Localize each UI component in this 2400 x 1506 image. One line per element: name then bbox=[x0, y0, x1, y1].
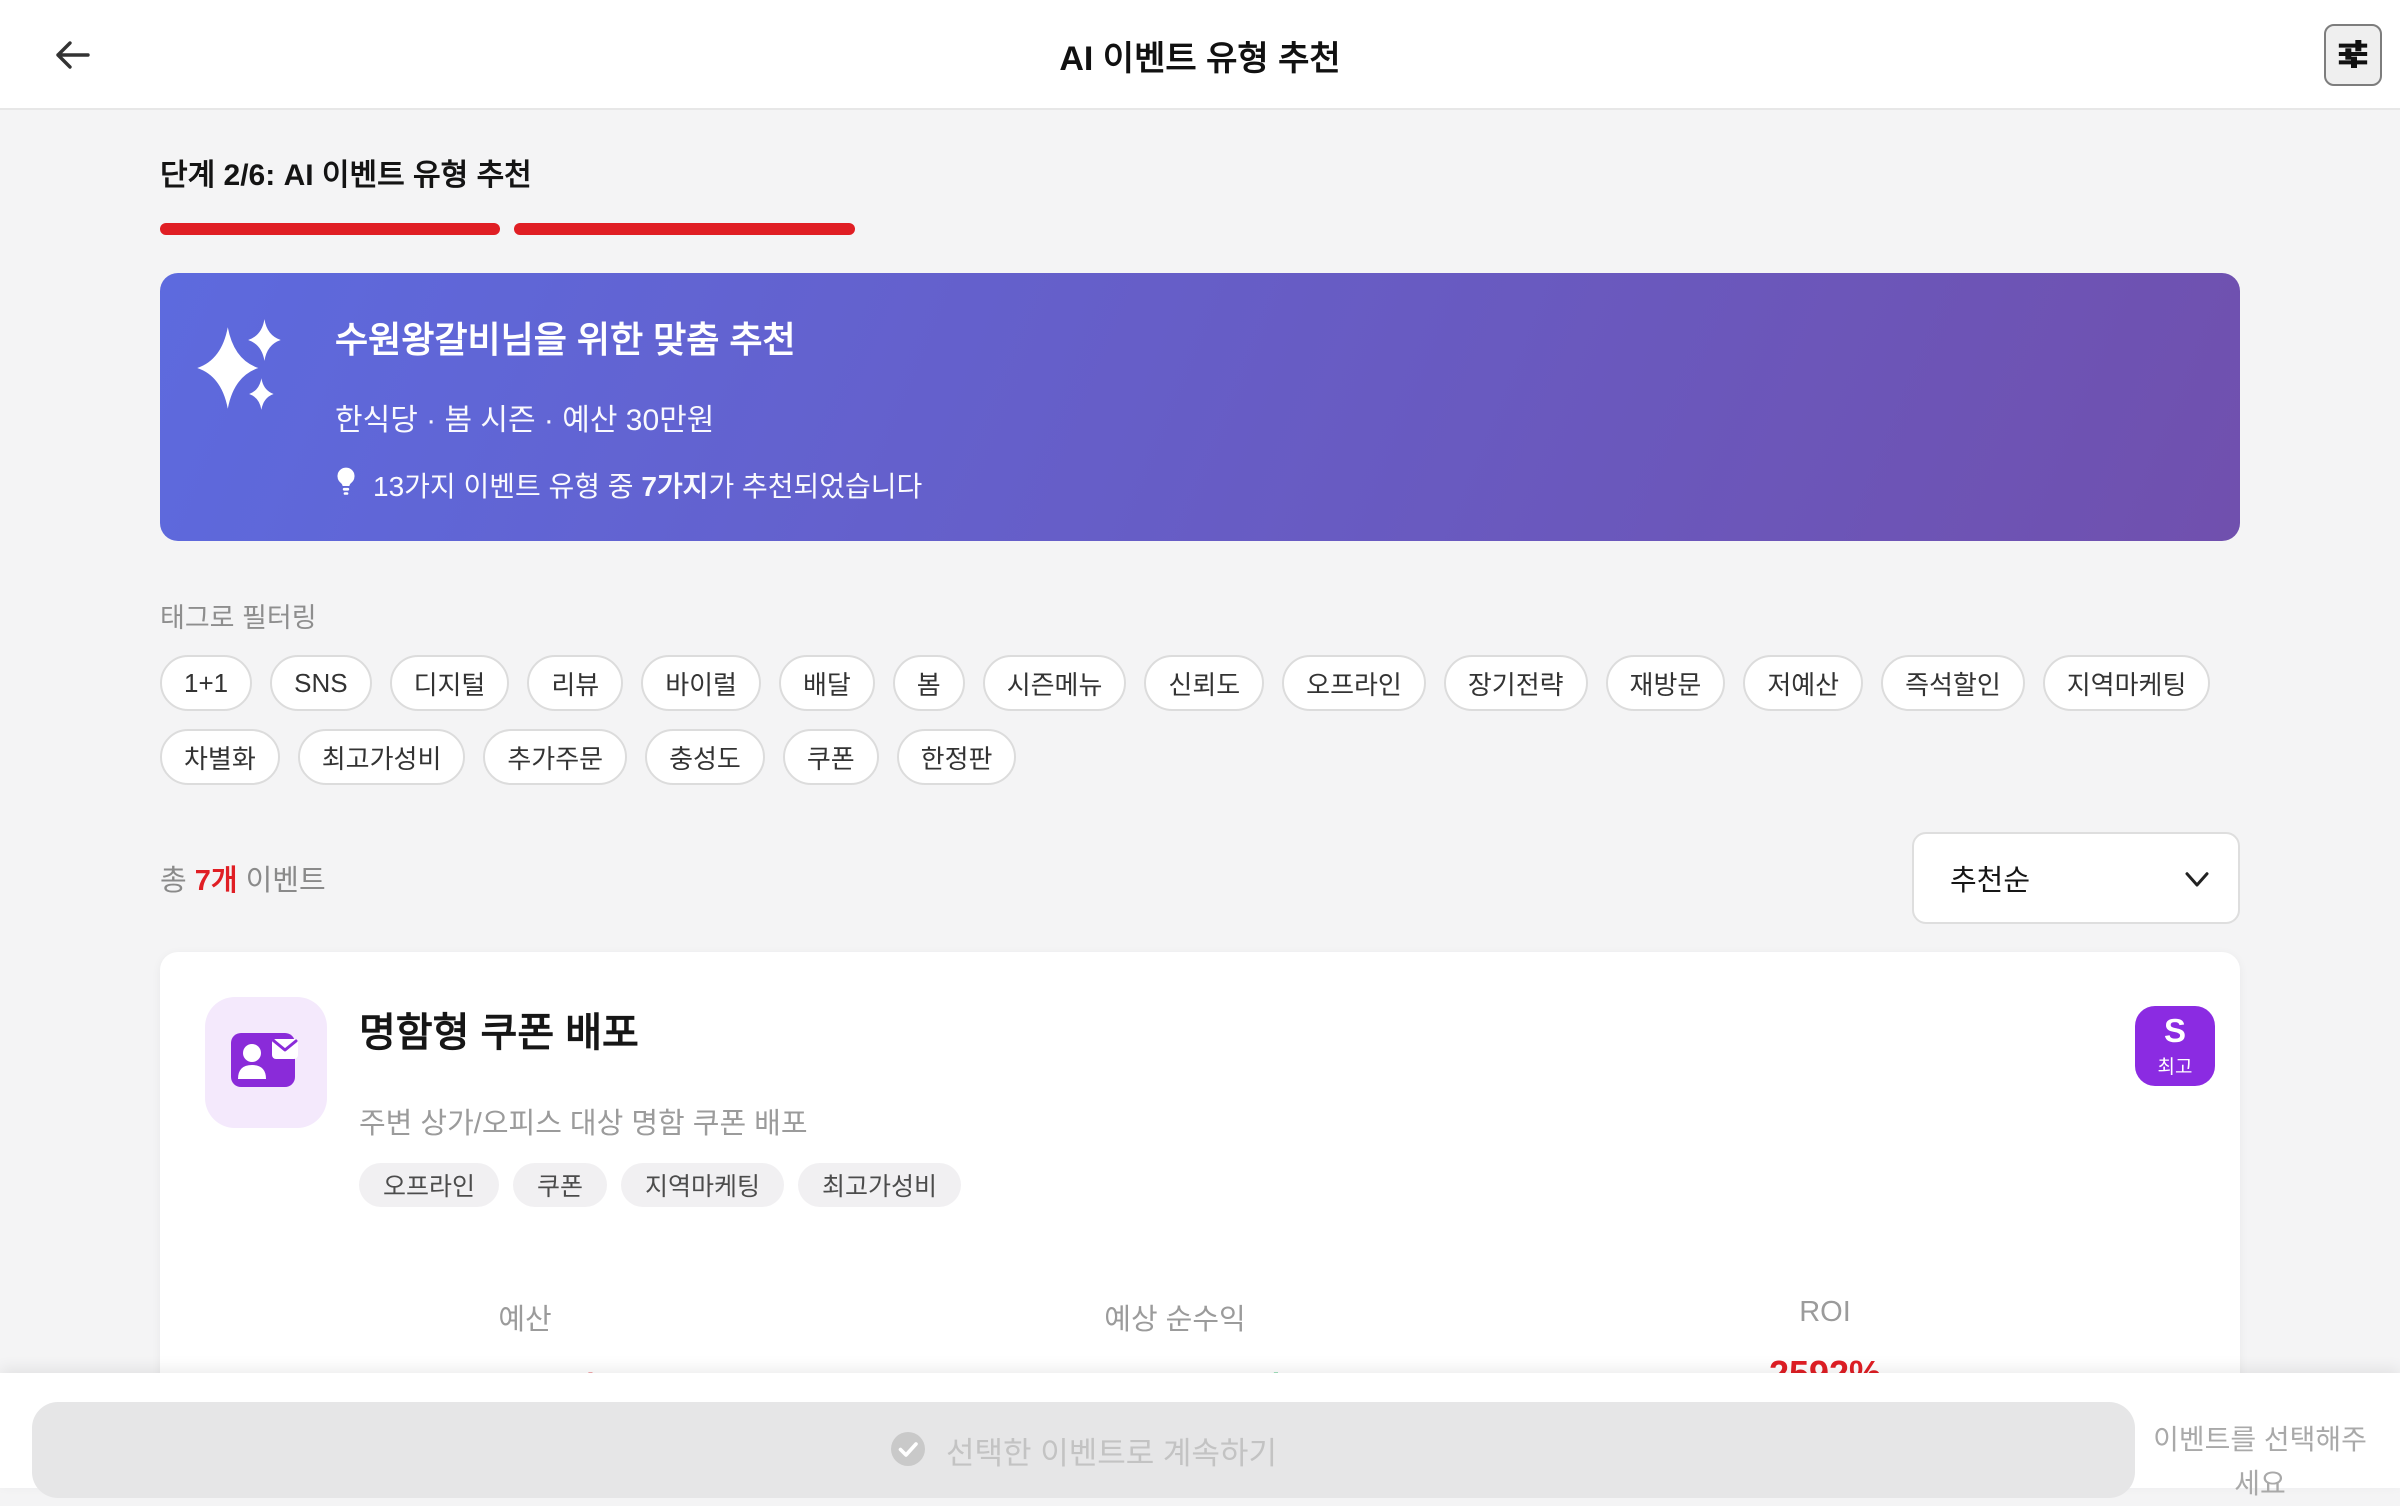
continue-button-label: 선택한 이벤트로 계속하기 bbox=[946, 1435, 1277, 1471]
filter-tag-chip[interactable]: 디지털 bbox=[389, 655, 510, 711]
page-title: AI 이벤트 유형 추천 bbox=[1059, 39, 1341, 78]
event-tag: 지역마케팅 bbox=[621, 1163, 785, 1207]
event-icon-box bbox=[205, 997, 327, 1128]
filter-tag-chip[interactable]: 봄 bbox=[892, 655, 965, 711]
event-description: 주변 상가/오피스 대상 명함 쿠폰 배포 bbox=[359, 1108, 808, 1140]
filter-tag-chip[interactable]: SNS bbox=[270, 655, 372, 711]
event-tag: 오프라인 bbox=[359, 1163, 500, 1207]
filter-tag-chip[interactable]: 1+1 bbox=[160, 655, 253, 711]
filter-tag-chip[interactable]: 한정판 bbox=[896, 729, 1017, 785]
filter-tag-chip[interactable]: 오프라인 bbox=[1282, 655, 1426, 711]
event-tag-list: 오프라인 쿠폰 지역마케팅 최고가성비 bbox=[359, 1163, 962, 1207]
progress-bar-segment bbox=[514, 223, 855, 235]
filter-tag-chip[interactable]: 리뷰 bbox=[527, 655, 624, 711]
filter-section-label: 태그로 필터링 bbox=[160, 603, 317, 633]
filter-tag-chip[interactable]: 재방문 bbox=[1605, 655, 1726, 711]
sort-dropdown-value: 추천순 bbox=[1950, 865, 2031, 897]
filter-tag-chip[interactable]: 추가주문 bbox=[483, 729, 628, 785]
filter-tag-chip[interactable]: 시즌메뉴 bbox=[982, 655, 1127, 711]
event-title: 명함형 쿠폰 배포 bbox=[359, 1011, 639, 1055]
check-circle-icon bbox=[890, 1431, 926, 1470]
event-tag: 쿠폰 bbox=[513, 1163, 608, 1207]
grade-word: 최고 bbox=[2157, 1056, 2193, 1078]
selection-hint: 이벤트를 선택해주 세요 bbox=[2153, 1424, 2367, 1499]
sparkles-icon bbox=[188, 311, 292, 428]
filter-tag-chip[interactable]: 즉석할인 bbox=[1881, 655, 2025, 711]
sort-dropdown[interactable]: 추천순 bbox=[1912, 832, 2240, 924]
progress-bar-segment bbox=[160, 223, 500, 235]
grade-badge: S 최고 bbox=[2135, 1006, 2215, 1086]
contact-card-icon bbox=[230, 1029, 302, 1096]
banner-info: 13가지 이벤트 유형 중 7가지가 추천되었습니다 bbox=[333, 465, 922, 505]
results-count: 총 7개 이벤트 bbox=[160, 865, 326, 897]
results-row: 총 7개 이벤트 추천순 bbox=[160, 832, 2240, 924]
grade-letter: S bbox=[2163, 1011, 2186, 1049]
sliders-icon bbox=[2333, 33, 2373, 78]
banner-info-text: 13가지 이벤트 유형 중 7가지가 추천되었습니다 bbox=[373, 471, 923, 502]
banner-subtitle: 한식당 · 봄 시즌 · 예산 30만원 bbox=[335, 404, 715, 437]
filter-tag-chip[interactable]: 장기전략 bbox=[1443, 655, 1588, 711]
filter-settings-button[interactable] bbox=[2324, 24, 2382, 86]
ai-recommendation-banner: 수원왕갈비님을 위한 맞춤 추천 한식당 · 봄 시즌 · 예산 30만원 13… bbox=[160, 273, 2240, 541]
filter-tag-chip[interactable]: 배달 bbox=[778, 655, 875, 711]
main-content: 단계 2/6: AI 이벤트 유형 추천 수원왕갈비님을 위한 맞춤 추천 한식… bbox=[160, 110, 2240, 1452]
header: AI 이벤트 유형 추천 bbox=[0, 0, 2400, 110]
filter-tag-chip[interactable]: 충성도 bbox=[645, 729, 765, 785]
continue-button[interactable]: 선택한 이벤트로 계속하기 bbox=[32, 1402, 2135, 1498]
results-count-number: 7개 bbox=[194, 865, 238, 897]
bulb-icon bbox=[333, 466, 359, 505]
filter-tag-chip[interactable]: 최고가성비 bbox=[297, 729, 466, 785]
progress-bar bbox=[160, 223, 2240, 235]
filter-tag-chip[interactable]: 차별화 bbox=[160, 729, 280, 785]
bottom-bar: 선택한 이벤트로 계속하기 이벤트를 선택해주 세요 bbox=[0, 1373, 2400, 1499]
filter-tag-chip[interactable]: 저예산 bbox=[1743, 655, 1864, 711]
step-indicator: 단계 2/6: AI 이벤트 유형 추천 bbox=[160, 159, 532, 192]
filter-tag-chip[interactable]: 지역마케팅 bbox=[2042, 655, 2211, 711]
filter-tag-chip[interactable]: 신뢰도 bbox=[1144, 655, 1265, 711]
filter-tag-chip[interactable]: 바이럴 bbox=[641, 655, 761, 711]
banner-title: 수원왕갈비님을 위한 맞춤 추천 bbox=[335, 319, 796, 360]
filter-tag-chip[interactable]: 쿠폰 bbox=[782, 729, 879, 785]
event-tag: 최고가성비 bbox=[798, 1163, 962, 1207]
filter-tag-list: 1+1 SNS 디지털 리뷰 바이럴 배달 봄 시즌메뉴 신뢰도 오프라인 장기전략 재방문 저예산 즉석… bbox=[160, 655, 2240, 785]
